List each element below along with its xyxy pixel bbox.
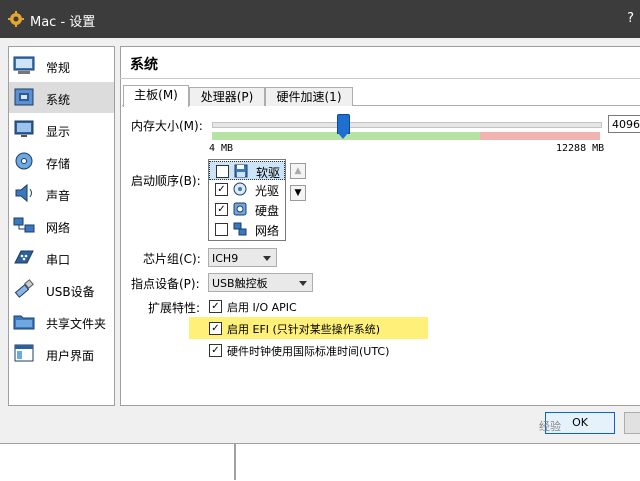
page-title: 系统 (130, 57, 158, 73)
audio-icon (15, 183, 32, 203)
storage-icon (15, 152, 33, 170)
usb-icon (14, 279, 34, 298)
sidebar-item-label: 系统 (46, 93, 71, 107)
boot-order-label: 启动顺序(B): (131, 174, 201, 188)
chevron-down-icon (263, 256, 271, 261)
utc-clock-checkbox[interactable]: ✓ 硬件时钟使用国际标准时间(UTC) (209, 343, 424, 359)
tab-acceleration[interactable]: 硬件加速(1) (265, 87, 353, 106)
tab-processor[interactable]: 处理器(P) (189, 87, 265, 106)
sidebar-item-serial-port[interactable]: 串口 (9, 242, 114, 273)
sidebar-item-label: 声音 (46, 189, 71, 203)
sidebar-item-user-interface[interactable]: 用户界面 (9, 338, 114, 369)
status-bar-divider (234, 443, 236, 480)
sidebar-item-system[interactable]: 系统 (9, 82, 114, 113)
boot-order-list: 软驱 ✓ 光驱 ✓ 硬盘 网络 (208, 159, 286, 241)
watermark: 经验 (539, 420, 561, 433)
memory-slider-handle[interactable] (337, 114, 350, 139)
title-divider (120, 78, 640, 79)
display-icon (14, 120, 34, 137)
checkbox-box[interactable]: ✓ (209, 344, 222, 357)
move-up-button[interactable]: ▲ (290, 163, 306, 179)
move-down-button[interactable]: ▼ (290, 185, 306, 201)
sidebar-item-label: 存储 (46, 157, 71, 171)
efi-checkbox[interactable]: ✓ 启用 EFI (只针对某些操作系统) (209, 321, 424, 337)
shared-folder-icon (13, 315, 35, 330)
pointing-device-value: USB触控板 (212, 277, 268, 290)
boot-item-label: 光驱 (255, 184, 280, 198)
sidebar-item-general[interactable]: 常规 (9, 50, 114, 81)
checkbox-box[interactable]: ✓ (209, 300, 222, 313)
boot-checkbox[interactable]: ✓ (215, 203, 228, 216)
sidebar-item-audio[interactable]: 声音 (9, 178, 114, 209)
hard-disk-icon (233, 202, 247, 216)
chipset-value: ICH9 (212, 252, 239, 265)
memory-slider-scale (212, 132, 600, 140)
optical-drive-icon (233, 182, 247, 196)
cancel-button[interactable] (624, 412, 640, 434)
boot-item-label: 软驱 (256, 166, 281, 180)
sidebar-item-storage[interactable]: 存储 (9, 146, 114, 177)
sidebar-item-label: 显示 (46, 125, 71, 139)
tab-motherboard[interactable]: 主板(M) (123, 85, 189, 107)
network-icon (13, 217, 35, 233)
sidebar-item-label: 常规 (46, 61, 71, 75)
general-icon (13, 56, 35, 74)
boot-item-label: 网络 (255, 224, 280, 238)
boot-checkbox[interactable] (216, 165, 229, 178)
memory-size-input[interactable]: 4096 (608, 115, 640, 133)
io-apic-label: 启用 I/O APIC (227, 301, 297, 314)
gear-icon (8, 11, 24, 27)
sidebar-item-label: USB设备 (46, 285, 95, 299)
boot-checkbox[interactable] (215, 223, 228, 236)
sidebar-item-label: 网络 (46, 221, 71, 235)
pointing-device-select[interactable]: USB触控板 (208, 273, 313, 292)
serial-port-icon (14, 250, 34, 264)
boot-item-optical[interactable]: ✓ 光驱 (209, 180, 285, 199)
help-button[interactable]: ? (627, 11, 634, 26)
memory-unsafe-range (480, 132, 600, 140)
chevron-down-icon (299, 281, 307, 286)
io-apic-checkbox[interactable]: ✓ 启用 I/O APIC (209, 299, 409, 315)
pointing-device-label: 指点设备(P): (131, 277, 200, 291)
sidebar-item-network[interactable]: 网络 (9, 210, 114, 241)
boot-item-floppy[interactable]: 软驱 (209, 161, 285, 180)
user-interface-icon (14, 344, 34, 362)
network-boot-icon (233, 222, 247, 236)
utc-clock-label: 硬件时钟使用国际标准时间(UTC) (227, 345, 390, 358)
memory-slider-track[interactable] (212, 122, 602, 128)
sidebar-item-label: 串口 (46, 253, 71, 267)
title-bar: Mac - 设置 ? (0, 0, 640, 38)
floppy-icon (234, 164, 248, 178)
memory-label: 内存大小(M): (131, 119, 203, 133)
memory-max-label: 12288 MB (556, 143, 605, 154)
window-title: Mac - 设置 (30, 15, 96, 30)
chipset-select[interactable]: ICH9 (208, 248, 277, 267)
boot-item-network[interactable]: 网络 (209, 220, 285, 239)
chipset-label: 芯片组(C): (143, 252, 201, 266)
sidebar-item-shared-folders[interactable]: 共享文件夹 (9, 306, 114, 337)
boot-item-label: 硬盘 (255, 204, 280, 218)
sidebar-item-label: 共享文件夹 (46, 317, 107, 331)
efi-label: 启用 EFI (只针对某些操作系统) (227, 323, 381, 336)
status-bar (0, 443, 640, 481)
boot-item-hard-disk[interactable]: ✓ 硬盘 (209, 200, 285, 219)
system-icon (14, 88, 34, 106)
checkbox-box[interactable]: ✓ (209, 322, 222, 335)
boot-checkbox[interactable]: ✓ (215, 183, 228, 196)
sidebar-item-display[interactable]: 显示 (9, 114, 114, 145)
extended-features-label: 扩展特性: (148, 301, 201, 315)
sidebar-item-label: 用户界面 (46, 349, 95, 363)
memory-min-label: 4 MB (209, 143, 234, 154)
settings-sidebar: 常规 系统 显示 存储 声音 网络 串口 USB设备 共享文件夹 用户界面 (8, 46, 115, 406)
sidebar-item-usb[interactable]: USB设备 (9, 274, 114, 305)
